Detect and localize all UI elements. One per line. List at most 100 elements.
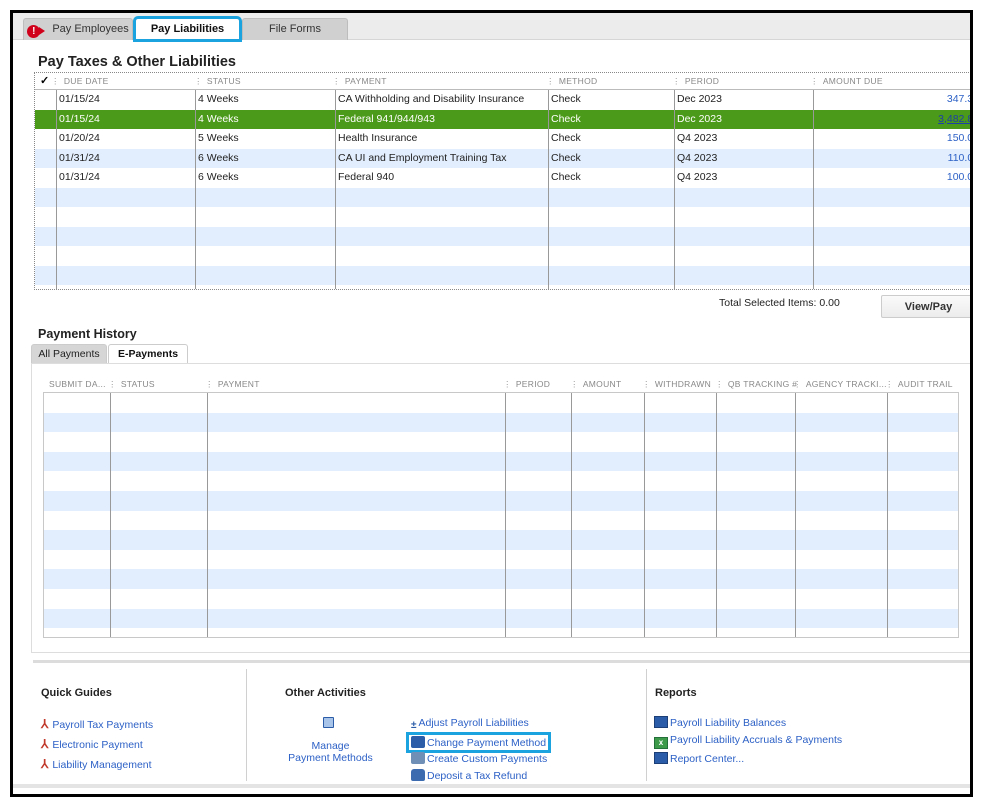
pdf-icon: ⅄ (41, 717, 49, 731)
row-checkbox[interactable] (35, 90, 55, 110)
cell-period: Q4 2023 (677, 151, 718, 164)
tab-e-payments[interactable]: E-Payments (108, 344, 188, 364)
liabilities-title: Pay Taxes & Other Liabilities (38, 54, 236, 70)
cell-method: Check (551, 132, 581, 144)
row-checkbox[interactable] (35, 149, 55, 169)
liability-row[interactable]: 01/15/24 4 Weeks Federal 941/944/943 Check D… (35, 109, 970, 130)
cell-status: 5 Weeks (198, 132, 239, 144)
history-empty-row (44, 412, 958, 433)
cell-due-date: 01/31/24 (59, 151, 100, 164)
cell-payment: Federal 940 (338, 171, 395, 183)
col-agency-tracking[interactable]: AGENCY TRACKI... (793, 379, 887, 390)
total-selected-value: 0.00 (819, 297, 840, 309)
cell-payment: CA UI and Employment Training Tax (338, 151, 507, 164)
history-empty-row (44, 628, 958, 637)
cell-due-date: 01/15/24 (59, 93, 100, 105)
link-change-payment-method[interactable]: Change Payment Method (405, 732, 552, 753)
col-audit-trail[interactable]: AUDIT TRAIL (885, 379, 953, 390)
link-payroll-liability-balances[interactable]: Payroll Liability Balances (654, 716, 786, 729)
link-label: Electronic Payment (52, 739, 143, 751)
reports-title: Reports (655, 687, 697, 699)
liability-row[interactable]: 01/15/24 4 Weeks CA Withholding and Disabi… (35, 90, 970, 110)
link-payroll-liability-accruals[interactable]: x Payroll Liability Accruals & Payments (654, 734, 842, 749)
col-history-status[interactable]: STATUS (108, 379, 155, 390)
cell-amount[interactable]: 347.32 (813, 90, 970, 110)
liability-row[interactable]: 01/20/24 5 Weeks Health Insurance Check Q4 2… (35, 129, 970, 149)
tab-pay-employees-label: Pay Employees (52, 23, 129, 35)
manage-payment-methods-link[interactable]: Manage Payment Methods (288, 740, 373, 764)
column-separator (646, 669, 647, 781)
link-create-custom-payments[interactable]: Create Custom Payments (411, 752, 547, 765)
col-history-payment[interactable]: PAYMENT (205, 379, 260, 390)
link-deposit-tax-refund[interactable]: Deposit a Tax Refund (411, 769, 527, 782)
col-history-withdrawn[interactable]: WITHDRAWN (642, 379, 711, 390)
cell-amount[interactable]: 110.00 (813, 149, 970, 169)
cell-method: Check (551, 171, 581, 183)
liabilities-rows: 01/15/24 4 Weeks CA Withholding and Disabi… (35, 90, 970, 285)
col-period[interactable]: PERIOD (672, 76, 719, 87)
col-submit-date[interactable]: SUBMIT DA... (49, 379, 106, 389)
report-icon (654, 716, 668, 728)
cell-status: 6 Weeks (198, 171, 239, 183)
tab-pay-liabilities[interactable]: Pay Liabilities (133, 16, 242, 42)
history-empty-row (44, 451, 958, 472)
history-empty-row (44, 471, 958, 491)
history-table (43, 392, 959, 638)
check-column-header[interactable]: ✓ (40, 74, 50, 87)
view-pay-button[interactable]: View/Pay (881, 295, 970, 318)
payment-edit-icon (411, 736, 425, 748)
row-checkbox[interactable] (35, 168, 55, 188)
col-method[interactable]: METHOD (546, 76, 597, 87)
col-history-amount[interactable]: AMOUNT (570, 379, 621, 390)
col-amount-due[interactable]: AMOUNT DUE (810, 76, 883, 87)
col-payment[interactable]: PAYMENT (332, 76, 387, 87)
empty-row (35, 187, 970, 207)
row-checkbox[interactable] (35, 110, 55, 130)
cell-status: 6 Weeks (198, 151, 239, 164)
pdf-icon: ⅄ (41, 737, 49, 751)
manage-payment-methods-icon[interactable] (323, 717, 334, 728)
total-selected: Total Selected Items: 0.00 (719, 297, 840, 309)
link-label: Payroll Tax Payments (52, 719, 154, 731)
tab-pay-employees[interactable]: ! Pay Employees (23, 18, 133, 40)
history-empty-row (44, 569, 958, 589)
cell-period: Dec 2023 (677, 93, 722, 105)
cell-amount[interactable]: 3,482.82 (813, 110, 970, 130)
tab-all-payments[interactable]: All Payments (31, 344, 107, 364)
manage-label-line1: Manage (311, 740, 350, 752)
report-icon (654, 752, 668, 764)
history-empty-row (44, 608, 958, 629)
other-activities-title: Other Activities (285, 687, 366, 699)
pay-liabilities-window: ! Pay Employees Pay Liabilities File For… (10, 10, 973, 797)
cell-amount[interactable]: 100.00 (813, 168, 970, 188)
link-label: Create Custom Payments (427, 753, 548, 765)
empty-row (35, 207, 970, 227)
cell-period: Q4 2023 (677, 132, 718, 144)
cell-amount[interactable]: 150.00 (813, 129, 970, 149)
link-payroll-tax-payments[interactable]: ⅄ Payroll Tax Payments (41, 717, 153, 731)
col-history-period[interactable]: PERIOD (503, 379, 550, 390)
pdf-icon: ⅄ (41, 757, 49, 771)
liability-row[interactable]: 01/31/24 6 Weeks CA UI and Employment Trai… (35, 148, 970, 169)
col-due-date[interactable]: DUE DATE (51, 76, 109, 87)
alert-icon: ! (27, 25, 46, 38)
col-status[interactable]: STATUS (194, 76, 241, 87)
cell-due-date: 01/20/24 (59, 132, 100, 144)
liability-row[interactable]: 01/31/24 6 Weeks Federal 940 Check Q4 2023 10… (35, 168, 970, 188)
col-qb-tracking[interactable]: QB TRACKING # (715, 379, 797, 390)
tab-file-forms-label: File Forms (269, 23, 321, 35)
cell-method: Check (551, 151, 581, 164)
link-report-center[interactable]: Report Center... (654, 752, 744, 765)
row-checkbox[interactable] (35, 129, 55, 149)
link-electronic-payment[interactable]: ⅄ Electronic Payment (41, 737, 143, 751)
total-selected-label: Total Selected Items: (719, 297, 817, 309)
history-table-header: SUBMIT DA... STATUS PAYMENT PERIOD AMOUN… (43, 379, 959, 393)
cell-period: Dec 2023 (677, 112, 722, 125)
cell-status: 4 Weeks (198, 93, 239, 105)
liabilities-table: ✓ DUE DATE STATUS PAYMENT METHOD PERIOD … (34, 72, 970, 290)
tab-file-forms[interactable]: File Forms (242, 18, 348, 40)
column-separator (246, 669, 247, 781)
link-liability-management[interactable]: ⅄ Liability Management (41, 757, 152, 771)
link-adjust-payroll-liabilities[interactable]: ± Adjust Payroll Liabilities (411, 717, 529, 731)
history-empty-row (44, 432, 958, 452)
